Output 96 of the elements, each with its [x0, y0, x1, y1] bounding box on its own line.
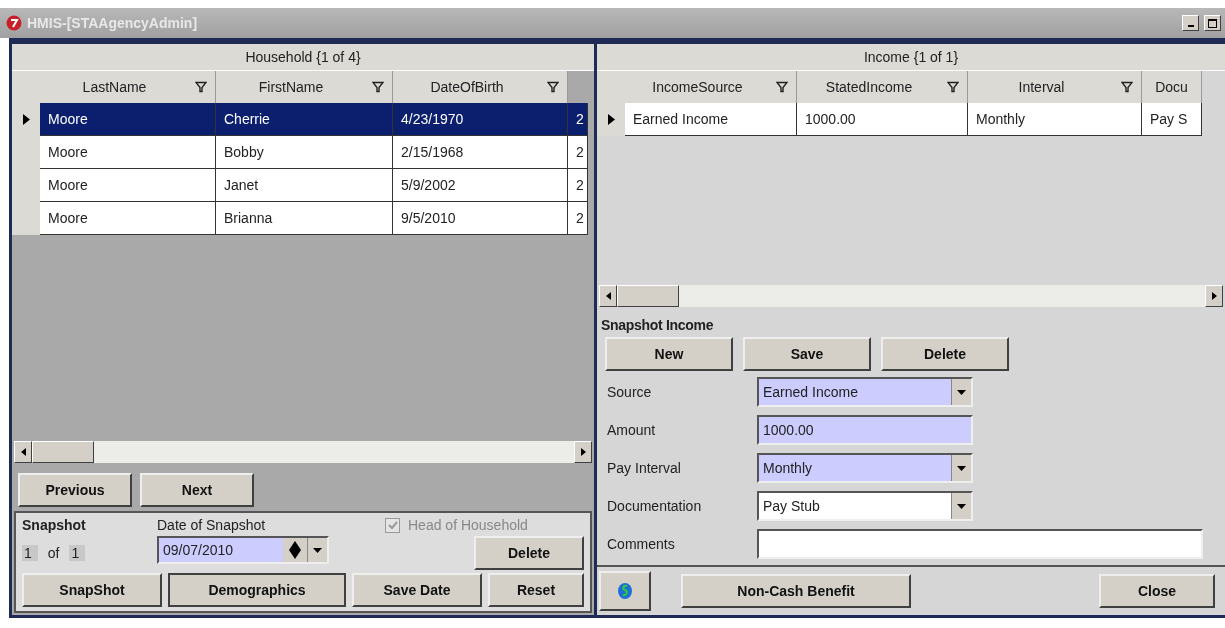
- column-header[interactable]: FirstName: [216, 71, 393, 103]
- globe-icon: [617, 582, 633, 600]
- maximize-button[interactable]: [1204, 15, 1221, 31]
- horizontal-scrollbar[interactable]: [599, 285, 1223, 307]
- action-button[interactable]: New: [605, 337, 733, 371]
- caret-icon: [957, 503, 966, 509]
- horizontal-scrollbar[interactable]: [14, 441, 592, 463]
- snapshot-button[interactable]: Demographics: [168, 573, 346, 607]
- table-cell: 2: [568, 202, 588, 235]
- maximize-icon: [1208, 18, 1217, 28]
- table-cell: Pay S: [1142, 103, 1202, 136]
- field-label: Source: [607, 384, 653, 400]
- column-header[interactable]: IncomeSource: [625, 71, 797, 103]
- table-cell: Monthly: [968, 103, 1142, 136]
- nav-button[interactable]: Next: [140, 473, 254, 507]
- filter-icon[interactable]: [372, 81, 384, 93]
- section-title: Snapshot Income: [600, 316, 715, 335]
- filter-icon[interactable]: [776, 81, 788, 93]
- window-title: HMIS-[STAAgencyAdmin]: [27, 15, 198, 31]
- spinner-icon[interactable]: [283, 538, 307, 562]
- footer-button[interactable]: Non-Cash Benefit: [681, 574, 911, 608]
- table-cell: 5/9/2002: [393, 169, 568, 202]
- snapshot-index: 1: [22, 545, 38, 561]
- caret-icon: [957, 465, 966, 471]
- left-arrow-icon: [20, 448, 26, 456]
- snapshot-button[interactable]: Save Date: [352, 573, 482, 607]
- snapshot-button[interactable]: Reset: [488, 573, 584, 607]
- input-field[interactable]: [757, 529, 1203, 559]
- row-pointer-icon: [22, 114, 30, 125]
- table-cell: 1000.00: [797, 103, 968, 136]
- table-cell: 2: [568, 169, 588, 202]
- filter-icon[interactable]: [547, 81, 559, 93]
- action-button[interactable]: Save: [743, 337, 871, 371]
- dropdown-button[interactable]: [307, 538, 327, 562]
- table-cell: 2: [568, 136, 588, 169]
- snapshot-button[interactable]: SnapShot: [22, 573, 162, 607]
- field-label: Documentation: [607, 498, 703, 514]
- table-cell: 2/15/1968: [393, 136, 568, 169]
- scroll-thumb[interactable]: [617, 285, 679, 307]
- table-cell: Janet: [216, 169, 393, 202]
- date-picker[interactable]: 09/07/2010: [157, 536, 329, 564]
- caret-icon: [313, 547, 322, 553]
- checkbox-label: Head of Household: [408, 517, 528, 533]
- row-pointer-icon: [607, 114, 615, 125]
- column-header[interactable]: DateOfBirth: [393, 71, 568, 103]
- right-arrow-icon: [1211, 292, 1217, 300]
- footer-button[interactable]: Close: [1099, 574, 1215, 608]
- caret-icon: [957, 389, 966, 395]
- dropdown-button[interactable]: [951, 493, 971, 519]
- delete-button[interactable]: Delete: [474, 536, 584, 570]
- globe-button[interactable]: [599, 571, 651, 611]
- scroll-left-button[interactable]: [599, 285, 617, 307]
- snapshot-total: 1: [69, 545, 86, 561]
- dropdown-field[interactable]: Monthly: [757, 453, 973, 483]
- table-cell: Moore: [40, 136, 216, 169]
- filter-icon[interactable]: [1121, 81, 1133, 93]
- table-cell: Moore: [40, 169, 216, 202]
- scroll-left-button[interactable]: [14, 441, 32, 463]
- left-arrow-icon: [605, 292, 611, 300]
- field-label: Date of Snapshot: [157, 517, 267, 533]
- filter-icon[interactable]: [195, 81, 207, 93]
- dropdown-field[interactable]: Earned Income: [757, 377, 973, 407]
- table-cell: Bobby: [216, 136, 393, 169]
- table-cell: Earned Income: [625, 103, 797, 136]
- column-header[interactable]: Interval: [968, 71, 1142, 103]
- table-cell: 9/5/2010: [393, 202, 568, 235]
- scroll-right-button[interactable]: [1205, 285, 1223, 307]
- snapshot-heading: Snapshot: [22, 517, 87, 533]
- table-cell: Cherrie: [216, 103, 393, 136]
- column-header[interactable]: LastName: [40, 71, 216, 103]
- dropdown-field[interactable]: Pay Stub: [757, 491, 973, 521]
- action-button[interactable]: Delete: [881, 337, 1009, 371]
- scroll-thumb[interactable]: [32, 441, 94, 463]
- field-label: Amount: [607, 422, 657, 438]
- scroll-right-button[interactable]: [574, 441, 592, 463]
- row-header[interactable]: [597, 103, 625, 136]
- table-cell: Moore: [40, 103, 216, 136]
- grid-title: Household {1 of 4}: [12, 44, 594, 71]
- filter-icon[interactable]: [947, 81, 959, 93]
- field-label: Pay Interval: [607, 460, 682, 476]
- field-label: Comments: [607, 536, 676, 552]
- of-label: of: [47, 545, 60, 561]
- input-field[interactable]: 1000.00: [757, 415, 973, 445]
- minimize-button[interactable]: [1182, 15, 1199, 31]
- app-logo-icon: [6, 15, 22, 31]
- grid-title: Income {1 of 1}: [597, 44, 1225, 71]
- dropdown-button[interactable]: [951, 379, 971, 405]
- table-cell: Brianna: [216, 202, 393, 235]
- right-arrow-icon: [580, 448, 586, 456]
- nav-button[interactable]: Previous: [18, 473, 132, 507]
- column-header[interactable]: Docu: [1142, 71, 1202, 103]
- table-cell: 4/23/1970: [393, 103, 568, 136]
- dropdown-button[interactable]: [951, 455, 971, 481]
- column-header[interactable]: StatedIncome: [797, 71, 968, 103]
- table-cell: 2: [568, 103, 588, 136]
- table-cell: Moore: [40, 202, 216, 235]
